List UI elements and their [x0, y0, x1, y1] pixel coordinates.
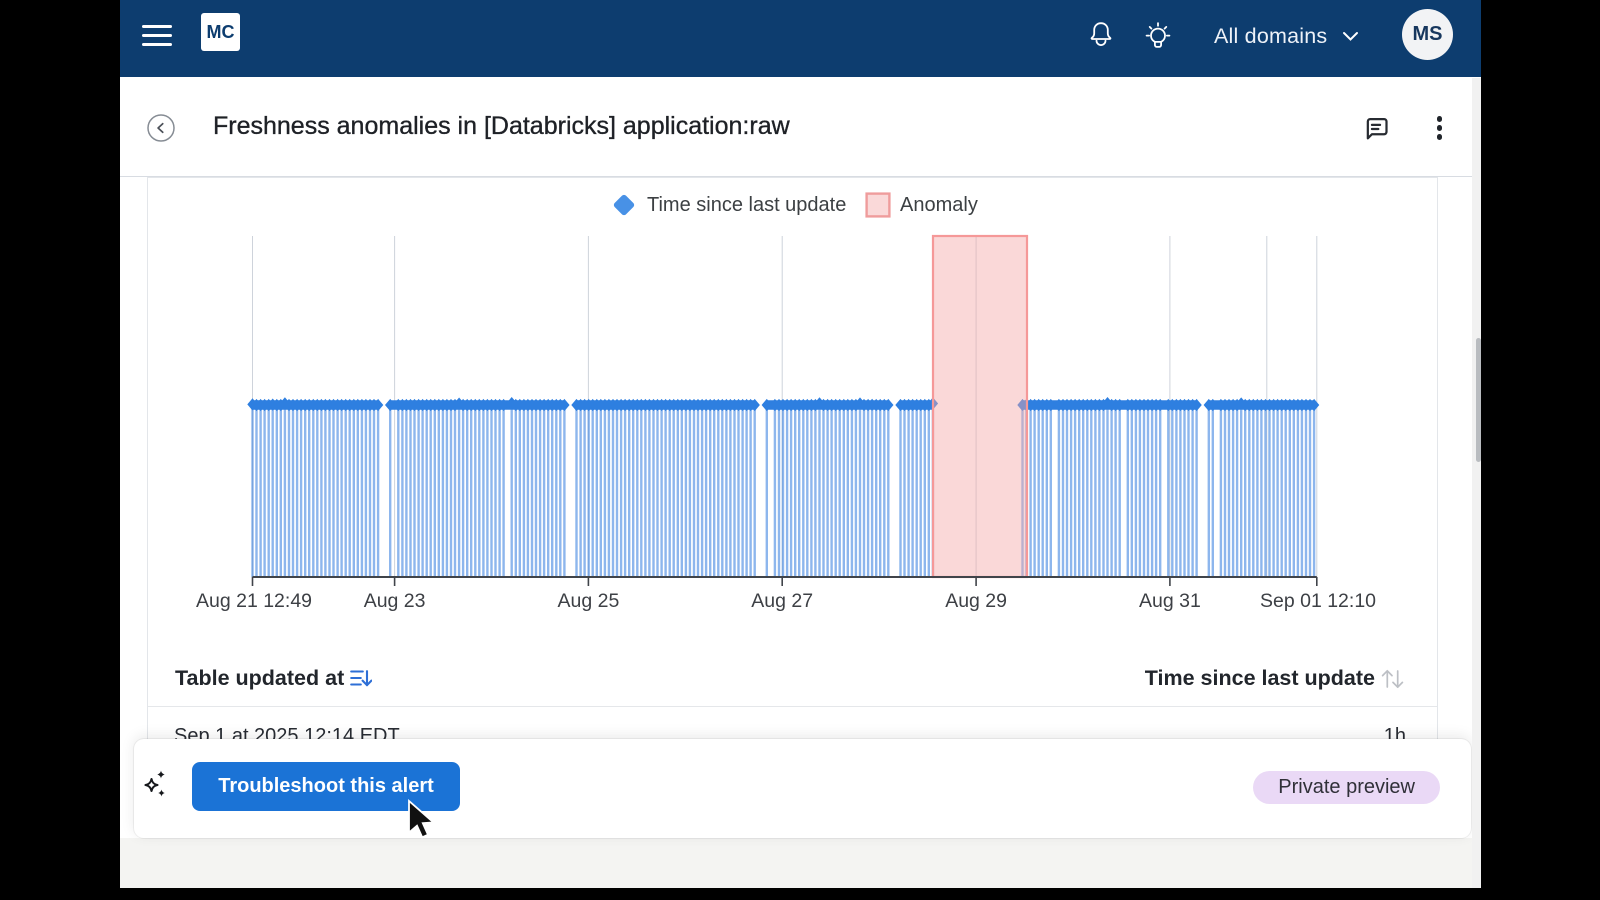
svg-text:Aug 23: Aug 23: [364, 590, 426, 612]
svg-text:Sep 01 12:10: Sep 01 12:10: [1260, 590, 1376, 612]
svg-text:Aug 27: Aug 27: [751, 590, 813, 612]
svg-text:Aug 31: Aug 31: [1139, 590, 1201, 612]
svg-text:Aug 21 12:49: Aug 21 12:49: [196, 590, 312, 612]
svg-text:Aug 25: Aug 25: [557, 590, 619, 612]
svg-text:Aug 29: Aug 29: [945, 590, 1007, 612]
